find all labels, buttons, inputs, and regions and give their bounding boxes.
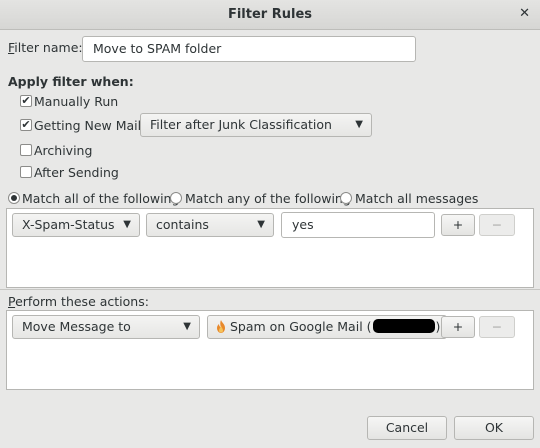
getting-new-mail-checkbox[interactable]: ✔: [20, 119, 32, 131]
folder-flame-icon: [217, 320, 225, 333]
close-icon[interactable]: ✕: [519, 6, 530, 21]
apply-filter-heading: Apply filter when:: [8, 74, 134, 89]
filter-name-input[interactable]: Move to SPAM folder: [82, 36, 416, 62]
chevron-down-icon: ▼: [257, 219, 265, 230]
archiving-checkbox[interactable]: [20, 144, 32, 156]
rule-operator-dropdown[interactable]: contains ▼: [146, 213, 274, 237]
archiving-label: Archiving: [34, 143, 93, 158]
cancel-button[interactable]: Cancel: [367, 416, 447, 440]
rule-value-input[interactable]: yes: [281, 212, 435, 238]
remove-rule-button[interactable]: −: [479, 214, 515, 236]
match-all-radio[interactable]: [8, 192, 20, 204]
getting-new-mail-label: Getting New Mail:: [34, 118, 146, 133]
add-action-button[interactable]: +: [441, 316, 475, 338]
match-any-label: Match any of the following: [185, 191, 351, 206]
add-rule-button[interactable]: +: [441, 214, 475, 236]
rule-field-value: X-Spam-Status: [22, 217, 115, 232]
junk-classification-dropdown[interactable]: Filter after Junk Classification ▼: [140, 113, 372, 137]
manually-run-checkbox[interactable]: ✔: [20, 95, 32, 107]
rule-field-dropdown[interactable]: X-Spam-Status ▼: [12, 213, 140, 237]
section-divider: [0, 289, 540, 290]
manually-run-label: Manually Run: [34, 94, 119, 109]
target-folder-value: Spam on Google Mail (: [230, 319, 372, 334]
match-all-messages-radio[interactable]: [340, 192, 352, 204]
after-sending-label: After Sending: [34, 165, 119, 180]
match-all-label: Match all of the following: [22, 191, 180, 206]
junk-classification-value: Filter after Junk Classification: [150, 117, 332, 132]
actions-heading: Perform these actions:: [8, 294, 149, 309]
chevron-down-icon: ▼: [355, 119, 363, 130]
match-all-messages-label: Match all messages: [355, 191, 479, 206]
title-bar: Filter Rules ✕: [0, 0, 540, 30]
chevron-down-icon: ▼: [123, 219, 131, 230]
target-folder-suffix: ): [435, 319, 441, 334]
after-sending-checkbox[interactable]: [20, 166, 32, 178]
action-type-value: Move Message to: [22, 319, 131, 334]
chevron-down-icon: ▼: [183, 321, 191, 332]
target-folder-dropdown[interactable]: Spam on Google Mail (): [207, 315, 447, 339]
filter-name-label: Filter name:: [8, 40, 83, 55]
redacted-account: [372, 319, 435, 333]
action-type-dropdown[interactable]: Move Message to ▼: [12, 315, 200, 339]
rule-operator-value: contains: [156, 217, 209, 232]
ok-button[interactable]: OK: [454, 416, 534, 440]
window-title: Filter Rules: [227, 7, 313, 22]
remove-action-button[interactable]: −: [479, 316, 515, 338]
match-any-radio[interactable]: [170, 192, 182, 204]
